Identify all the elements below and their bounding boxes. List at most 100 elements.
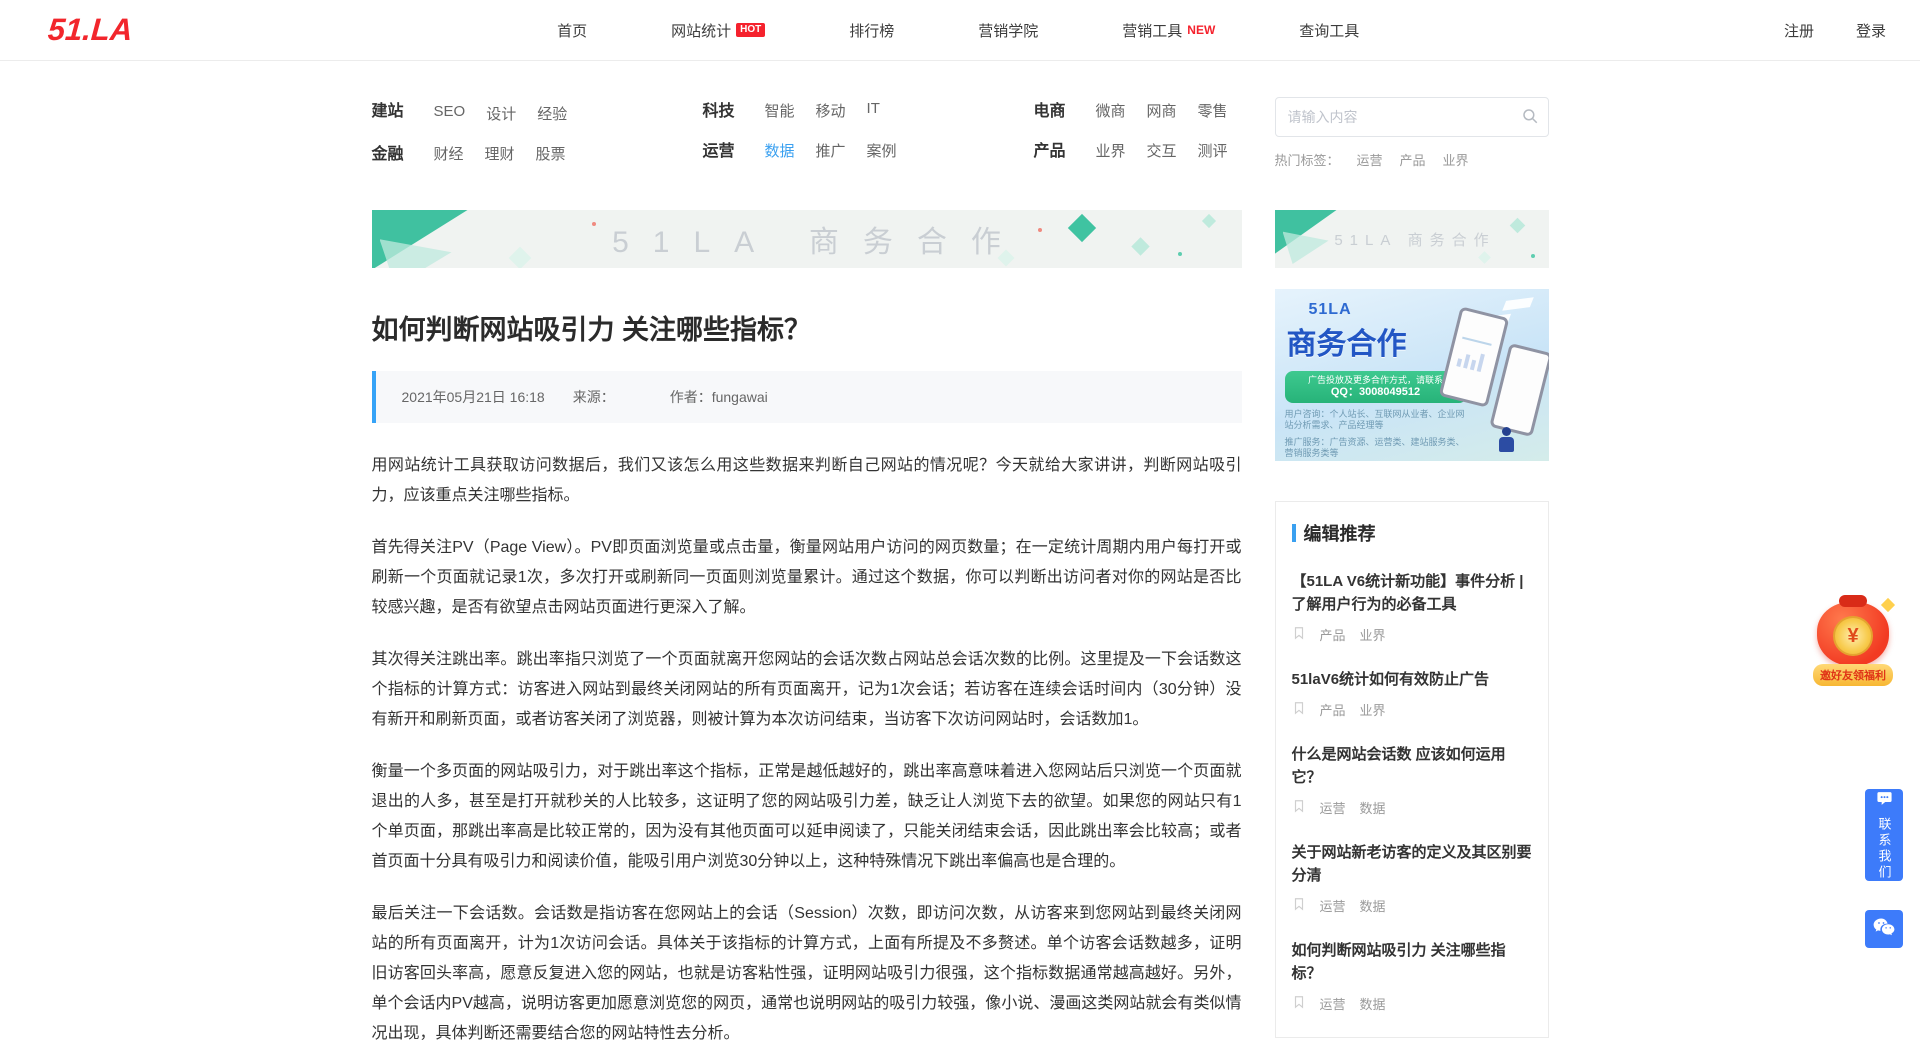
cat-link[interactable]: 业界 bbox=[1096, 140, 1126, 161]
banner-triangle-decoration bbox=[1283, 228, 1329, 264]
list-item[interactable]: 什么是网站会话数 应该如何运用它？ 运营 数据 bbox=[1292, 743, 1532, 817]
bookmark-icon bbox=[1292, 897, 1306, 914]
gold-coin-icon: ¥ bbox=[1833, 616, 1873, 656]
nav-item-ranking[interactable]: 排行榜 bbox=[849, 20, 894, 41]
article-column: 如何判断网站吸引力 关注哪些指标？ 2021年05月21日 16:18 来源： … bbox=[372, 268, 1242, 1040]
business-cooperation-ad[interactable]: 51LA 商务合作 广告投放及更多合作方式，请联系 QQ：3008049512 … bbox=[1275, 289, 1549, 461]
recommend-title: 编辑推荐 bbox=[1304, 520, 1376, 546]
recommend-tag[interactable]: 业界 bbox=[1360, 700, 1386, 719]
search-input[interactable] bbox=[1275, 97, 1549, 137]
nav-label: 营销工具 bbox=[1122, 20, 1182, 41]
recommend-tag[interactable]: 产品 bbox=[1320, 700, 1346, 719]
contact-us-label: 联系我们 bbox=[1875, 817, 1894, 881]
ad-note: 用户咨询：个人站长、互联网从业者、企业网站分析需求、产品经理等 bbox=[1285, 409, 1465, 431]
wechat-button[interactable] bbox=[1865, 910, 1903, 948]
login-link[interactable]: 登录 bbox=[1856, 20, 1886, 41]
cat-head[interactable]: 建站 bbox=[372, 97, 434, 121]
cat-link[interactable]: 理财 bbox=[485, 143, 515, 164]
cat-link[interactable]: 交互 bbox=[1147, 140, 1177, 161]
red-envelope-promo[interactable]: ¥ 邀好友领福利 bbox=[1808, 602, 1898, 686]
category-columns: 建站 SEO 设计 经验 金融 财经 理财 股票 bbox=[372, 97, 1242, 180]
recommend-item-title[interactable]: 51laV6统计如何有效防止广告 bbox=[1292, 668, 1532, 691]
deco-square bbox=[1201, 214, 1215, 228]
nav-item-query-tools[interactable]: 查询工具 bbox=[1299, 20, 1359, 41]
contact-us-button[interactable]: 联系我们 bbox=[1865, 789, 1903, 881]
deco-dot bbox=[1178, 252, 1182, 256]
accent-bar bbox=[1292, 524, 1296, 542]
deco-dot bbox=[592, 222, 596, 226]
bookmark-icon bbox=[1292, 995, 1306, 1012]
cat-head[interactable]: 运营 bbox=[703, 137, 765, 161]
recommend-tag[interactable]: 运营 bbox=[1320, 994, 1346, 1013]
ad-contact-button[interactable]: 广告投放及更多合作方式，请联系 QQ：3008049512 bbox=[1285, 371, 1467, 403]
article-paragraph: 衡量一个多页面的网站吸引力，对于跳出率这个指标，正常是越低越好的，跳出率高意味着… bbox=[372, 757, 1242, 877]
cat-link[interactable]: 智能 bbox=[765, 100, 795, 121]
cat-link[interactable]: 设计 bbox=[486, 103, 516, 124]
deco-square bbox=[1067, 214, 1095, 242]
cat-link[interactable]: 股票 bbox=[536, 143, 566, 164]
list-item[interactable]: 51laV6统计如何有效防止广告 产品 业界 bbox=[1292, 668, 1532, 719]
hot-tag[interactable]: 业界 bbox=[1443, 150, 1469, 169]
red-envelope-icon: ¥ bbox=[1817, 602, 1889, 666]
cat-link[interactable]: 网商 bbox=[1147, 100, 1177, 121]
cat-link[interactable]: 推广 bbox=[816, 140, 846, 161]
top-nav-bar: 51.LA 首页 网站统计HOT 排行榜 营销学院 营销工具NEW 查询工具 注… bbox=[0, 0, 1920, 61]
recommend-tag[interactable]: 运营 bbox=[1320, 896, 1346, 915]
cat-head[interactable]: 科技 bbox=[703, 97, 765, 121]
hot-tags-label: 热门标签： bbox=[1275, 150, 1340, 169]
list-item[interactable]: 【51LA V6统计新功能】事件分析 | 了解用户行为的必备工具 产品 业界 bbox=[1292, 570, 1532, 644]
register-link[interactable]: 注册 bbox=[1784, 20, 1814, 41]
cat-link[interactable]: IT bbox=[867, 100, 880, 121]
recommend-item-title[interactable]: 关于网站新老访客的定义及其区别要分清 bbox=[1292, 841, 1532, 887]
category-group-site: 建站 SEO 设计 经验 金融 财经 理财 股票 bbox=[372, 97, 703, 180]
chat-bubble-icon bbox=[1876, 790, 1893, 812]
cat-head[interactable]: 产品 bbox=[1034, 137, 1096, 161]
cat-head[interactable]: 金融 bbox=[372, 140, 434, 164]
nav-item-home[interactable]: 首页 bbox=[557, 20, 587, 41]
hot-tag[interactable]: 产品 bbox=[1400, 150, 1426, 169]
cat-link[interactable]: 微商 bbox=[1096, 100, 1126, 121]
site-logo[interactable]: 51.LA bbox=[47, 12, 134, 48]
nav-label: 营销学院 bbox=[978, 20, 1038, 41]
mini-chart-line bbox=[1462, 327, 1494, 346]
ad-note: 推广服务：广告资源、运营类、建站服务类、营销服务类等 bbox=[1285, 437, 1465, 459]
nav-item-stats[interactable]: 网站统计HOT bbox=[671, 20, 765, 41]
cat-link[interactable]: 经验 bbox=[537, 103, 567, 124]
deco-dot bbox=[1038, 228, 1042, 232]
cat-link-active-data[interactable]: 数据 bbox=[765, 140, 795, 161]
cat-link[interactable]: 案例 bbox=[867, 140, 897, 161]
nav-label: 查询工具 bbox=[1299, 20, 1359, 41]
cat-link[interactable]: 财经 bbox=[434, 143, 464, 164]
nav-item-academy[interactable]: 营销学院 bbox=[978, 20, 1038, 41]
article-title: 如何判断网站吸引力 关注哪些指标？ bbox=[372, 308, 1242, 347]
cat-link[interactable]: 移动 bbox=[816, 100, 846, 121]
recommend-item-title[interactable]: 如何判断网站吸引力 关注哪些指标？ bbox=[1292, 939, 1532, 985]
list-item[interactable]: 关于网站新老访客的定义及其区别要分清 运营 数据 bbox=[1292, 841, 1532, 915]
recommend-tag[interactable]: 产品 bbox=[1320, 625, 1346, 644]
nav-item-marketing-tools[interactable]: 营销工具NEW bbox=[1122, 20, 1215, 41]
hot-tags-row: 热门标签： 运营 产品 业界 bbox=[1275, 150, 1549, 169]
deco-square bbox=[1478, 251, 1491, 264]
promo-banner-side[interactable]: 51LA 商务合作 bbox=[1275, 210, 1549, 268]
envelope-ribbon-label: 邀好友领福利 bbox=[1813, 664, 1893, 686]
recommend-item-title[interactable]: 【51LA V6统计新功能】事件分析 | 了解用户行为的必备工具 bbox=[1292, 570, 1532, 616]
cat-link[interactable]: 测评 bbox=[1198, 140, 1228, 161]
nav-label: 排行榜 bbox=[849, 20, 894, 41]
article-paragraph: 其次得关注跳出率。跳出率指只浏览了一个页面就离开您网站的会话次数占网站总会话次数… bbox=[372, 645, 1242, 735]
cat-head[interactable]: 电商 bbox=[1034, 97, 1096, 121]
recommend-tag[interactable]: 数据 bbox=[1360, 798, 1386, 817]
hot-tag[interactable]: 运营 bbox=[1357, 150, 1383, 169]
recommend-tag[interactable]: 运营 bbox=[1320, 798, 1346, 817]
recommend-tag[interactable]: 业界 bbox=[1360, 625, 1386, 644]
cat-link[interactable]: SEO bbox=[434, 103, 466, 124]
recommend-item-title[interactable]: 什么是网站会话数 应该如何运用它？ bbox=[1292, 743, 1532, 789]
nav-label: 网站统计 bbox=[671, 20, 731, 41]
auth-links: 注册 登录 bbox=[1784, 20, 1886, 41]
search-icon[interactable] bbox=[1521, 107, 1539, 130]
list-item[interactable]: 如何判断网站吸引力 关注哪些指标？ 运营 数据 bbox=[1292, 939, 1532, 1013]
recommend-tag[interactable]: 数据 bbox=[1360, 896, 1386, 915]
cat-link[interactable]: 零售 bbox=[1198, 100, 1228, 121]
promo-banner-wide[interactable]: 51LA 商务合作 bbox=[372, 210, 1242, 268]
recommend-tag[interactable]: 数据 bbox=[1360, 994, 1386, 1013]
category-group-tech: 科技 智能 移动 IT 运营 数据 推广 案例 bbox=[703, 97, 1034, 180]
